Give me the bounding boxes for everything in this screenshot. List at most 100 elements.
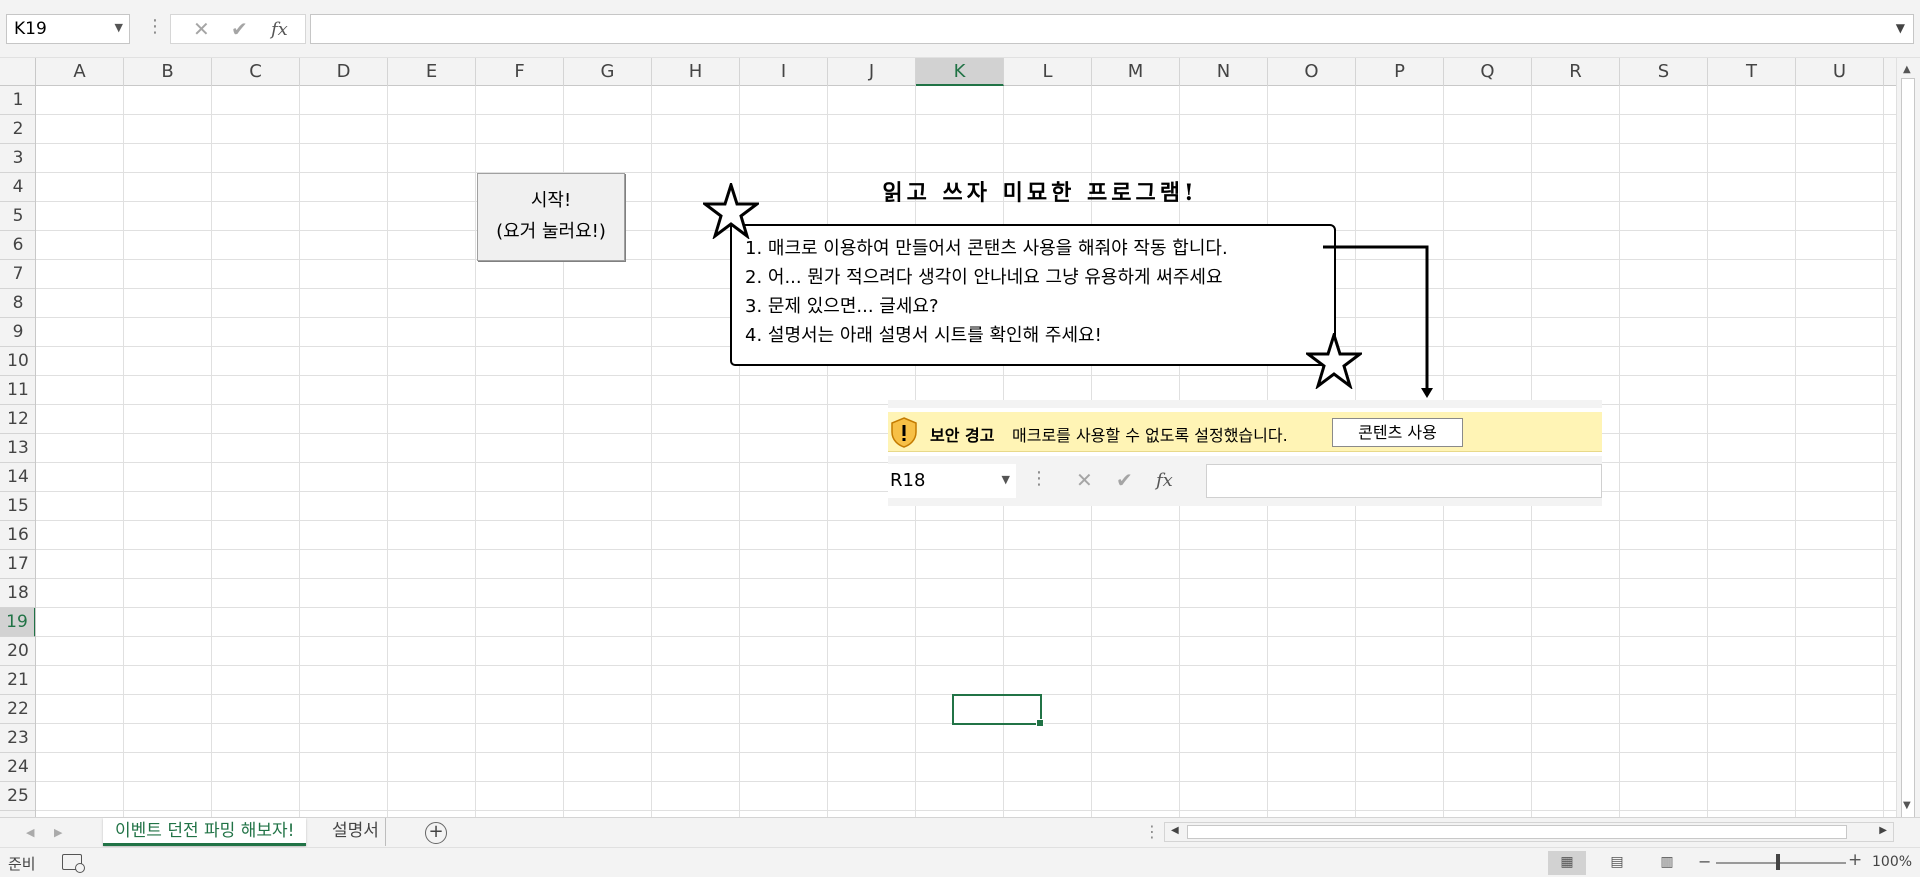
zoom-slider[interactable] bbox=[1716, 862, 1846, 864]
column-header[interactable]: E bbox=[388, 58, 476, 86]
vertical-scrollbar[interactable]: ▲ ▼ bbox=[1896, 58, 1920, 826]
info-line: 3. 문제 있으면... 글세요? bbox=[745, 296, 939, 317]
insert-function-icon[interactable]: fx bbox=[271, 19, 288, 40]
column-header[interactable]: S bbox=[1620, 58, 1708, 86]
sheet-tab-bar: ◀ ▶ 이벤트 던전 파밍 해보자! 설명서 + ⋮ ◀ ▶ bbox=[0, 817, 1920, 847]
start-macro-button[interactable]: 시작! (요거 눌러요!) bbox=[477, 173, 625, 261]
column-header[interactable]: P bbox=[1356, 58, 1444, 86]
previous-sheet-icon[interactable]: ◀ bbox=[26, 826, 34, 839]
column-header[interactable]: B bbox=[124, 58, 212, 86]
page-break-preview-icon[interactable]: ▥ bbox=[1648, 851, 1686, 875]
cancel-icon: ✕ bbox=[1076, 468, 1093, 492]
more-options-icon[interactable]: ⋮ bbox=[1144, 822, 1160, 841]
row-header[interactable]: 11 bbox=[0, 376, 35, 405]
column-headers: ABCDEFGHIJKLMNOPQRSTU bbox=[0, 58, 1896, 86]
chevron-down-icon[interactable]: ▼ bbox=[115, 21, 123, 34]
plus-icon[interactable]: + bbox=[425, 822, 447, 844]
row-header[interactable]: 7 bbox=[0, 260, 35, 289]
info-line: 2. 어... 뭔가 적으려다 생각이 안나네요 그냥 유용하게 써주세요 bbox=[745, 267, 1223, 288]
column-header[interactable]: C bbox=[212, 58, 300, 86]
column-header[interactable]: A bbox=[36, 58, 124, 86]
chevron-down-icon[interactable]: ▼ bbox=[1896, 21, 1905, 35]
security-warning-bar: 보안 경고 매크로를 사용할 수 없도록 설정했습니다. 콘텐츠 사용 bbox=[888, 412, 1602, 452]
page-layout-view-icon[interactable]: ▤ bbox=[1598, 851, 1636, 875]
row-header[interactable]: 20 bbox=[0, 637, 35, 666]
row-header[interactable]: 5 bbox=[0, 202, 35, 231]
row-header[interactable]: 25 bbox=[0, 782, 35, 811]
column-header[interactable]: Q bbox=[1444, 58, 1532, 86]
column-header[interactable]: M bbox=[1092, 58, 1180, 86]
row-header[interactable]: 23 bbox=[0, 724, 35, 753]
warning-shield-icon bbox=[891, 417, 917, 448]
column-header[interactable]: K bbox=[916, 58, 1004, 86]
row-header[interactable]: 13 bbox=[0, 434, 35, 463]
row-header[interactable]: 16 bbox=[0, 521, 35, 550]
start-button-line1: 시작! bbox=[530, 190, 572, 211]
security-warning-title: 보안 경고 bbox=[930, 426, 995, 445]
scroll-right-icon[interactable]: ▶ bbox=[1879, 825, 1887, 836]
row-header[interactable]: 24 bbox=[0, 753, 35, 782]
more-options-icon[interactable]: ⋮ bbox=[146, 16, 164, 37]
row-header[interactable]: 15 bbox=[0, 492, 35, 521]
scroll-up-icon[interactable]: ▲ bbox=[1903, 64, 1911, 75]
formula-bar: K19 ▼ ⋮ ✕ ✔ fx ▼ bbox=[0, 0, 1920, 58]
scroll-down-icon[interactable]: ▼ bbox=[1903, 800, 1911, 811]
sheet-tab-event-dungeon[interactable]: 이벤트 던전 파밍 해보자! bbox=[103, 818, 307, 846]
embedded-formula-bar: R18 ▼ ⋮ ✕ ✔ fx bbox=[888, 456, 1602, 506]
info-line: 1. 매크로 이용하여 만들어서 콘탠츠 사용을 해줘야 작동 합니다. bbox=[745, 238, 1228, 259]
column-header[interactable]: G bbox=[564, 58, 652, 86]
embedded-name-box-value: R18 bbox=[890, 470, 926, 491]
formula-input[interactable]: ▼ bbox=[310, 14, 1914, 44]
name-box-value: K19 bbox=[14, 19, 47, 39]
row-header[interactable]: 3 bbox=[0, 144, 35, 173]
row-header[interactable]: 1 bbox=[0, 86, 35, 115]
zoom-level[interactable]: 100% bbox=[1872, 854, 1912, 870]
more-options-icon: ⋮ bbox=[1030, 468, 1048, 489]
scroll-left-icon[interactable]: ◀ bbox=[1171, 825, 1179, 836]
cancel-icon[interactable]: ✕ bbox=[193, 17, 210, 41]
row-header[interactable]: 6 bbox=[0, 231, 35, 260]
column-header[interactable]: N bbox=[1180, 58, 1268, 86]
normal-view-icon[interactable]: ▦ bbox=[1548, 851, 1586, 875]
row-header[interactable]: 14 bbox=[0, 463, 35, 492]
column-header[interactable]: U bbox=[1796, 58, 1884, 86]
column-header[interactable]: D bbox=[300, 58, 388, 86]
row-header[interactable]: 21 bbox=[0, 666, 35, 695]
zoom-in-icon[interactable]: + bbox=[1848, 850, 1862, 870]
column-header[interactable]: F bbox=[476, 58, 564, 86]
row-header[interactable]: 8 bbox=[0, 289, 35, 318]
enable-content-button[interactable]: 콘텐츠 사용 bbox=[1332, 418, 1463, 447]
name-box[interactable]: K19 ▼ bbox=[6, 14, 130, 44]
macro-recording-icon[interactable] bbox=[62, 854, 85, 873]
zoom-slider-thumb[interactable] bbox=[1776, 854, 1780, 870]
column-header[interactable]: R bbox=[1532, 58, 1620, 86]
scroll-thumb[interactable] bbox=[1187, 825, 1847, 839]
column-header[interactable]: J bbox=[828, 58, 916, 86]
row-header[interactable]: 18 bbox=[0, 579, 35, 608]
column-header[interactable]: O bbox=[1268, 58, 1356, 86]
row-header[interactable]: 9 bbox=[0, 318, 35, 347]
scroll-thumb[interactable] bbox=[1901, 78, 1915, 826]
status-bar: 준비 ▦ ▤ ▥ − + 100% bbox=[0, 847, 1920, 877]
column-header[interactable]: L bbox=[1004, 58, 1092, 86]
info-textbox: 1. 매크로 이용하여 만들어서 콘탠츠 사용을 해줘야 작동 합니다. 2. … bbox=[730, 224, 1336, 366]
column-header[interactable]: I bbox=[740, 58, 828, 86]
enter-icon[interactable]: ✔ bbox=[231, 17, 248, 41]
column-header[interactable]: T bbox=[1708, 58, 1796, 86]
info-line: 4. 설명서는 아래 설명서 시트를 확인해 주세요! bbox=[745, 325, 1102, 346]
row-header[interactable]: 12 bbox=[0, 405, 35, 434]
zoom-out-icon[interactable]: − bbox=[1698, 852, 1711, 871]
row-header[interactable]: 4 bbox=[0, 173, 35, 202]
row-header[interactable]: 17 bbox=[0, 550, 35, 579]
status-ready: 준비 bbox=[8, 855, 36, 873]
row-header[interactable]: 19 bbox=[0, 608, 35, 637]
horizontal-scrollbar[interactable]: ◀ ▶ bbox=[1164, 822, 1894, 842]
row-header[interactable]: 10 bbox=[0, 347, 35, 376]
select-all-corner[interactable] bbox=[0, 58, 36, 86]
row-header[interactable]: 2 bbox=[0, 115, 35, 144]
column-header[interactable]: H bbox=[652, 58, 740, 86]
sheet-tab-manual[interactable]: 설명서 bbox=[326, 818, 386, 846]
row-header[interactable]: 22 bbox=[0, 695, 35, 724]
next-sheet-icon[interactable]: ▶ bbox=[54, 826, 62, 839]
selected-cell[interactable] bbox=[952, 694, 1044, 727]
